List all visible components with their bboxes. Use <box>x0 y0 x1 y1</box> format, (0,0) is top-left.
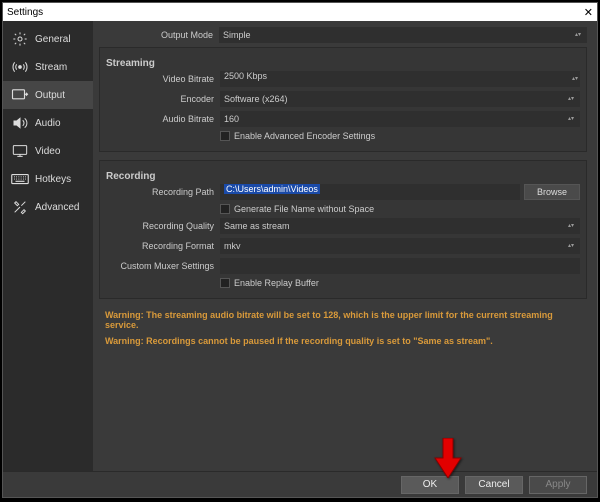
sidebar-label: Stream <box>35 62 67 73</box>
checkbox-icon <box>220 278 230 288</box>
filename-nospace-checkbox[interactable]: Generate File Name without Space <box>220 204 580 214</box>
audio-bitrate-label: Audio Bitrate <box>100 114 220 124</box>
recording-quality-label: Recording Quality <box>100 221 220 231</box>
checkbox-icon <box>220 131 230 141</box>
sidebar-item-hotkeys[interactable]: Hotkeys <box>3 165 93 193</box>
chevron-updown-icon: ▴▾ <box>566 97 576 102</box>
recording-quality-select[interactable]: Same as stream▴▾ <box>220 218 580 234</box>
sidebar-label: Hotkeys <box>35 174 71 185</box>
window-title: Settings <box>7 7 43 18</box>
sidebar-item-advanced[interactable]: Advanced <box>3 193 93 221</box>
chevron-updown-icon: ▴▾ <box>573 33 583 38</box>
browse-button[interactable]: Browse <box>524 184 580 200</box>
recording-format-label: Recording Format <box>100 241 220 251</box>
spinner-icon[interactable]: ▴▾ <box>570 77 580 82</box>
audio-bitrate-select[interactable]: 160▴▾ <box>220 111 580 127</box>
recording-section: Recording Recording Path C:\Users\admin\… <box>99 160 587 299</box>
ok-button[interactable]: OK <box>401 476 459 494</box>
advanced-encoder-checkbox[interactable]: Enable Advanced Encoder Settings <box>220 131 580 141</box>
monitor-icon <box>11 143 29 159</box>
output-mode-select[interactable]: Simple▴▾ <box>219 27 587 43</box>
sidebar-label: Video <box>35 146 60 157</box>
streaming-section: Streaming Video Bitrate 2500 Kbps▴▾ Enco… <box>99 47 587 152</box>
sidebar-item-general[interactable]: General <box>3 25 93 53</box>
sidebar-item-video[interactable]: Video <box>3 137 93 165</box>
footer: OK Cancel Apply <box>3 471 597 497</box>
apply-button: Apply <box>529 476 587 494</box>
sidebar-label: Advanced <box>35 202 79 213</box>
settings-window: Settings ✕ General Stream Output Audio <box>2 2 598 498</box>
video-bitrate-input[interactable]: 2500 Kbps▴▾ <box>220 71 580 87</box>
encoder-label: Encoder <box>100 94 220 104</box>
sidebar-item-output[interactable]: Output <box>3 81 93 109</box>
sidebar-label: Audio <box>35 118 61 129</box>
gear-icon <box>11 31 29 47</box>
sidebar-label: General <box>35 34 71 45</box>
chevron-updown-icon: ▴▾ <box>566 224 576 229</box>
video-bitrate-label: Video Bitrate <box>100 74 220 84</box>
recording-title: Recording <box>106 171 580 182</box>
main-panel: Output Mode Simple▴▾ Streaming Video Bit… <box>93 21 597 471</box>
speaker-icon <box>11 115 29 131</box>
recording-path-label: Recording Path <box>100 187 220 197</box>
sidebar-label: Output <box>35 90 65 101</box>
chevron-updown-icon: ▴▾ <box>566 117 576 122</box>
warning-text: Warning: Recordings cannot be paused if … <box>105 336 587 346</box>
streaming-title: Streaming <box>106 58 580 69</box>
muxer-label: Custom Muxer Settings <box>100 261 220 271</box>
recording-format-select[interactable]: mkv▴▾ <box>220 238 580 254</box>
recording-path-input[interactable]: C:\Users\admin\Videos <box>220 184 520 200</box>
output-mode-label: Output Mode <box>99 30 219 40</box>
muxer-input[interactable] <box>220 258 580 274</box>
antenna-icon <box>11 59 29 75</box>
sidebar-item-audio[interactable]: Audio <box>3 109 93 137</box>
keyboard-icon <box>11 171 29 187</box>
cancel-button[interactable]: Cancel <box>465 476 523 494</box>
checkbox-icon <box>220 204 230 214</box>
titlebar: Settings ✕ <box>3 3 597 21</box>
output-icon <box>11 87 29 103</box>
sidebar: General Stream Output Audio Video Hotkey… <box>3 21 93 471</box>
chevron-updown-icon: ▴▾ <box>566 244 576 249</box>
close-icon[interactable]: ✕ <box>584 6 593 19</box>
replay-buffer-checkbox[interactable]: Enable Replay Buffer <box>220 278 580 288</box>
tools-icon <box>11 199 29 215</box>
sidebar-item-stream[interactable]: Stream <box>3 53 93 81</box>
warning-text: Warning: The streaming audio bitrate wil… <box>105 310 587 330</box>
encoder-select[interactable]: Software (x264)▴▾ <box>220 91 580 107</box>
